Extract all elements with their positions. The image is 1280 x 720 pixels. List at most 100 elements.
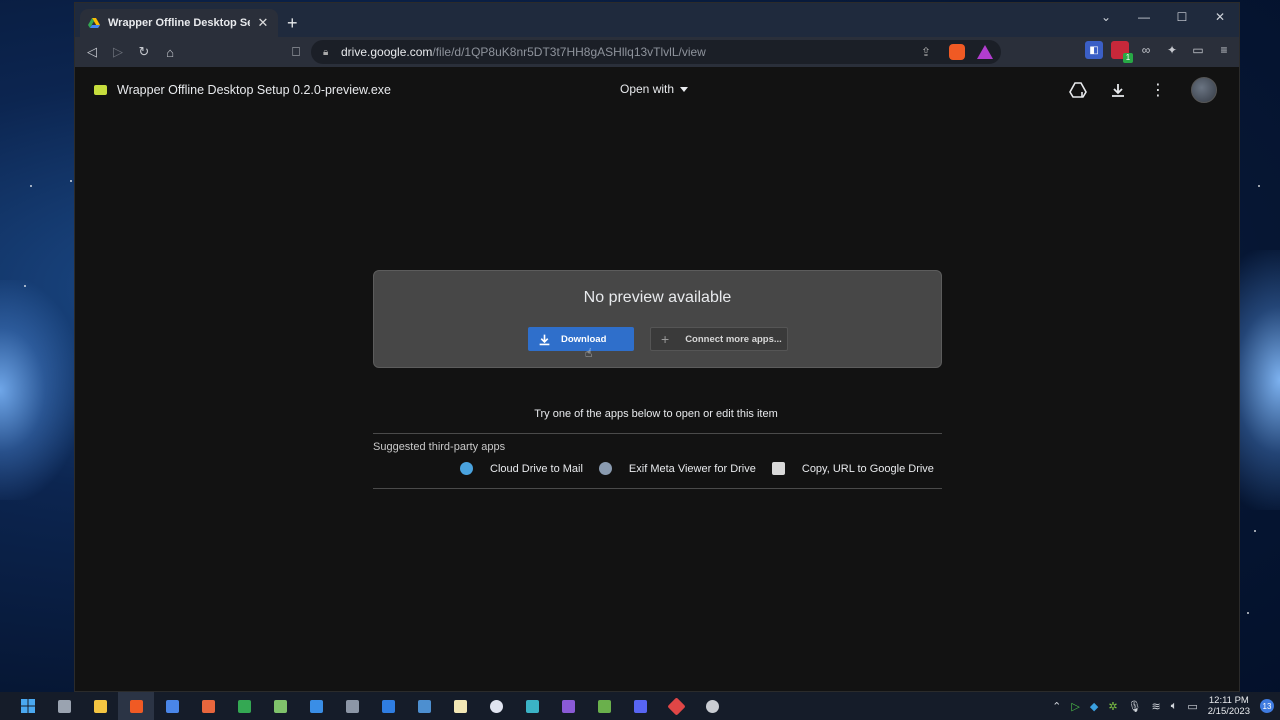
app-exif-meta-viewer[interactable]: Exif Meta Viewer for Drive xyxy=(598,462,756,475)
open-with-button[interactable]: Open with xyxy=(620,82,689,96)
add-to-drive-icon[interactable] xyxy=(1067,79,1089,101)
extensions-area: ◧ ∞ ✦ ▭ ≡ xyxy=(1085,41,1233,63)
address-bar[interactable]: 🔒︎ drive.google.com /file/d/1QP8uK8nr5DT… xyxy=(311,40,1001,64)
clock-time: 12:11 PM xyxy=(1208,695,1249,706)
exe-file-icon xyxy=(94,85,107,95)
browser-toolbar: ◁ ▷ ↻ ⌂ ⎕ 🔒︎ drive.google.com /file/d/1Q… xyxy=(75,37,1239,67)
app-name: Exif Meta Viewer for Drive xyxy=(628,462,756,475)
app-copy-url-to-drive[interactable]: Copy, URL to Google Drive xyxy=(771,462,934,475)
wallet-icon[interactable]: ▭ xyxy=(1189,41,1207,59)
extension-badge-icon[interactable] xyxy=(1111,41,1133,63)
tab-close-icon[interactable]: ✕ xyxy=(256,15,270,31)
system-tray: ⌃ ▷ ◆ ✲ 🎙︎ ≋ 🔈︎ ▭ 12:11 PM 2/15/2023 13 xyxy=(1052,692,1274,720)
connect-more-apps-button[interactable]: + Connect more apps... xyxy=(650,327,788,351)
download-icon[interactable] xyxy=(1107,79,1129,101)
star xyxy=(70,180,72,182)
download-label: Download xyxy=(561,333,607,345)
brave-rewards-icon[interactable] xyxy=(977,45,993,59)
desktop-glow-left xyxy=(0,280,80,500)
app-icon-teal[interactable] xyxy=(514,692,550,720)
menu-icon[interactable]: ≡ xyxy=(1215,41,1233,59)
volume-icon[interactable]: 🔈︎ xyxy=(1171,700,1178,713)
new-tab-button[interactable]: + xyxy=(287,13,298,34)
lock-icon: 🔒︎ xyxy=(323,46,329,58)
app-icon-pink[interactable] xyxy=(478,692,514,720)
clock[interactable]: 12:11 PM 2/15/2023 xyxy=(1208,695,1250,717)
drive-viewer: Wrapper Offline Desktop Setup 0.2.0-prev… xyxy=(75,67,1239,691)
cloud-mail-icon xyxy=(460,462,473,475)
caret-down-icon xyxy=(680,86,689,92)
app-icon-red[interactable] xyxy=(658,692,694,720)
download-button[interactable]: Download xyxy=(528,327,634,351)
home-icon[interactable]: ⌂ xyxy=(157,39,183,65)
file-explorer-icon[interactable] xyxy=(82,692,118,720)
close-window-button[interactable]: ✕ xyxy=(1201,3,1239,31)
battery-icon[interactable]: ▭ xyxy=(1187,700,1197,713)
tab-search-icon[interactable]: ⌄ xyxy=(1087,3,1125,31)
preview-title: No preview available xyxy=(583,289,732,306)
calendar-icon[interactable] xyxy=(298,692,334,720)
bookmark-icon[interactable]: ⎕ xyxy=(283,39,309,65)
browser-tab[interactable]: Wrapper Offline Desktop Setup 0 ✕ xyxy=(80,9,278,37)
google-drive-icon xyxy=(88,17,100,29)
open-with-label: Open with xyxy=(620,82,675,96)
chevron-up-icon[interactable]: ⌃ xyxy=(1052,700,1061,713)
docs-icon[interactable] xyxy=(154,692,190,720)
app-name: Copy, URL to Google Drive xyxy=(801,462,934,475)
back-icon[interactable]: ◁ xyxy=(79,39,105,65)
extension-shield-icon[interactable]: ◧ xyxy=(1085,41,1103,59)
microphone-icon[interactable]: 🎙︎ xyxy=(1128,700,1142,713)
clock-date: 2/15/2023 xyxy=(1207,706,1250,717)
image-editor-icon[interactable] xyxy=(262,692,298,720)
avatar[interactable] xyxy=(1191,77,1217,103)
sheets-icon[interactable] xyxy=(226,692,262,720)
app-cloud-drive-to-mail[interactable]: Cloud Drive to Mail xyxy=(460,462,583,475)
share-icon[interactable]: ⇪ xyxy=(921,45,931,59)
no-preview-card: No preview available Download + Connect … xyxy=(373,270,942,368)
extensions-puzzle-icon[interactable]: ✦ xyxy=(1163,41,1181,59)
url-host: drive.google.com xyxy=(341,45,433,59)
tab-title: Wrapper Offline Desktop Setup 0 xyxy=(108,17,250,29)
file-name: Wrapper Offline Desktop Setup 0.2.0-prev… xyxy=(117,83,391,97)
app-icon-purple[interactable] xyxy=(550,692,586,720)
url-path: /file/d/1QP8uK8nr5DT3t7HH8gASHllq13vTlvl… xyxy=(432,45,706,59)
start-button[interactable] xyxy=(16,692,40,720)
drive-copy-icon xyxy=(771,462,785,475)
divider xyxy=(373,488,942,489)
tray-app-icon[interactable]: ✲ xyxy=(1108,700,1117,713)
star xyxy=(24,285,26,287)
suggested-apps-label: Suggested third-party apps xyxy=(373,441,506,453)
steam-icon[interactable] xyxy=(406,692,442,720)
wifi-icon[interactable]: ≋ xyxy=(1152,700,1161,713)
task-view-icon[interactable] xyxy=(46,692,82,720)
maximize-button[interactable]: ☐ xyxy=(1163,3,1201,31)
app-icon-gray[interactable] xyxy=(694,692,730,720)
app-icon-blue[interactable] xyxy=(622,692,658,720)
calculator-icon[interactable] xyxy=(334,692,370,720)
browser-window: Wrapper Offline Desktop Setup 0 ✕ + ⌄ — … xyxy=(74,2,1240,692)
taskbar-apps xyxy=(16,692,730,720)
try-apps-text: Try one of the apps below to open or edi… xyxy=(75,408,1239,420)
window-controls: ⌄ — ☐ ✕ xyxy=(1087,3,1239,33)
play-icon[interactable]: ▷ xyxy=(1071,700,1079,713)
divider xyxy=(373,433,942,434)
reload-icon[interactable]: ↻ xyxy=(131,39,157,65)
extension-glasses-icon[interactable]: ∞ xyxy=(1137,41,1155,59)
app-icon-green[interactable] xyxy=(586,692,622,720)
minimize-button[interactable]: — xyxy=(1125,3,1163,31)
notes-icon[interactable] xyxy=(442,692,478,720)
taskbar: ⌃ ▷ ◆ ✲ 🎙︎ ≋ 🔈︎ ▭ 12:11 PM 2/15/2023 13 xyxy=(0,692,1280,720)
title-bar: Wrapper Offline Desktop Setup 0 ✕ + ⌄ — … xyxy=(75,3,1239,37)
star xyxy=(1254,530,1256,532)
todo-icon[interactable] xyxy=(370,692,406,720)
forward-icon[interactable]: ▷ xyxy=(105,39,131,65)
try-apps-label: Try one of the apps below to open or edi… xyxy=(534,408,778,420)
more-options-icon[interactable]: ⋮ xyxy=(1147,79,1169,101)
notification-badge[interactable]: 13 xyxy=(1260,699,1274,713)
brave-shields-icon[interactable] xyxy=(949,44,965,60)
camera-icon xyxy=(598,462,612,475)
pdf-icon[interactable] xyxy=(190,692,226,720)
security-icon[interactable]: ◆ xyxy=(1090,700,1098,713)
brave-browser-icon[interactable] xyxy=(118,692,154,720)
download-icon xyxy=(538,333,551,346)
